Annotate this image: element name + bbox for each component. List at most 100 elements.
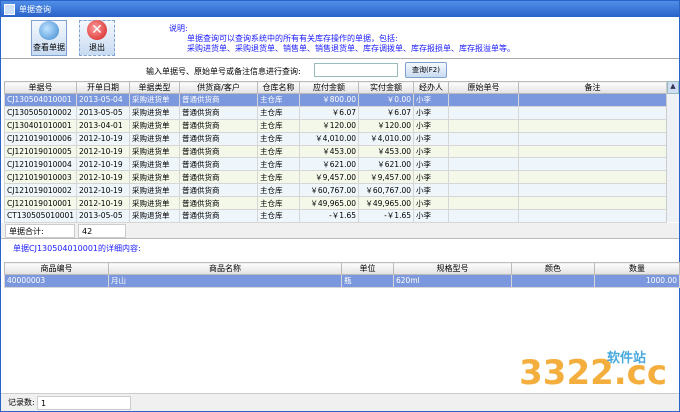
column-header[interactable]: 原始单号 xyxy=(448,81,519,94)
column-header[interactable]: 数量 xyxy=(594,262,680,275)
column-header[interactable]: 单据类型 xyxy=(129,81,180,94)
table-row[interactable]: 40000003 月山瓶 620ml 1000.00 xyxy=(4,274,680,288)
table-row[interactable]: CJ121019010001 2012-10-19 采购进货单 普通供货商 主仓库 ￥49… xyxy=(4,196,667,211)
bills-scrollbar[interactable]: ▲ xyxy=(666,81,679,222)
exit-button[interactable]: ✕ 退出 xyxy=(79,20,115,56)
table-cell xyxy=(518,196,667,211)
table-cell: 2012-10-19 xyxy=(76,131,130,146)
table-cell: ￥453.00 xyxy=(299,144,359,159)
table-cell: 普通供货商 xyxy=(179,93,258,107)
search-row: 输入单据号、原始单号或备注信息进行查询: 查询(F2) xyxy=(1,61,679,79)
column-header[interactable]: 经办人 xyxy=(413,81,449,94)
watermark-logo: 3322.cc 软件站 xyxy=(519,351,667,393)
table-cell: 采购进货单 xyxy=(129,183,180,198)
table-cell: CJ121019010003 xyxy=(4,170,77,185)
search-input[interactable] xyxy=(314,63,398,77)
close-icon: ✕ xyxy=(87,20,107,40)
table-cell: ￥0.00 xyxy=(358,93,414,107)
table-cell: 主仓库 xyxy=(257,183,300,198)
table-cell: 主仓库 xyxy=(257,93,300,107)
table-cell: ￥120.00 xyxy=(358,118,414,133)
table-cell: CJ121019010001 xyxy=(4,196,77,211)
table-row[interactable]: CT130505010001 2013-05-05 采购退货单 普通供货商 主仓库 -￥1… xyxy=(4,209,667,223)
table-cell: ￥6.07 xyxy=(358,105,414,120)
table-cell: 小李 xyxy=(413,170,449,185)
table-cell: 2013-05-05 xyxy=(76,105,130,120)
description-line1: 单据查询可以查询系统中的所有有关库存操作的单据，包括: xyxy=(187,34,398,43)
table-cell: 采购进货单 xyxy=(129,144,180,159)
table-cell: ￥621.00 xyxy=(358,157,414,172)
search-button[interactable]: 查询(F2) xyxy=(405,62,447,78)
title-bar: 单据查询 xyxy=(1,1,679,17)
table-cell: 2012-10-19 xyxy=(76,183,130,198)
table-cell: ￥60,767.00 xyxy=(358,183,414,198)
column-header[interactable]: 商品编号 xyxy=(4,262,109,275)
scroll-up-icon[interactable]: ▲ xyxy=(667,81,679,94)
table-cell: 普通供货商 xyxy=(179,144,258,159)
table-row[interactable]: CJ130401010001 2013-04-01 采购进货单 普通供货商 主仓库 ￥12… xyxy=(4,118,667,133)
bills-table: 单据号 开单日期 单据类型 供货商/客户 仓库名称 应付金额 实付金额 经办人 原始单号 备注 C… xyxy=(4,81,667,223)
table-cell: 2013-05-04 xyxy=(76,93,130,107)
window-title: 单据查询 xyxy=(19,4,51,14)
table-cell xyxy=(518,183,667,198)
table-cell: 采购进货单 xyxy=(129,105,180,120)
table-row[interactable]: CJ121019010003 2012-10-19 采购进货单 普通供货商 主仓库 ￥9,… xyxy=(4,170,667,185)
table-cell: CT130505010001 xyxy=(4,209,77,223)
table-cell: CJ121019010004 xyxy=(4,157,77,172)
table-row[interactable]: CJ121019010005 2012-10-19 采购进货单 普通供货商 主仓库 ￥45… xyxy=(4,144,667,159)
column-header[interactable]: 开单日期 xyxy=(76,81,130,94)
column-header[interactable]: 应付金额 xyxy=(299,81,359,94)
table-cell: 普通供货商 xyxy=(179,105,258,120)
table-cell: -￥1.65 xyxy=(299,209,359,223)
column-header[interactable]: 颜色 xyxy=(511,262,595,275)
view-bill-button[interactable]: 查看单据 xyxy=(31,20,67,56)
table-cell: ￥120.00 xyxy=(299,118,359,133)
table-cell xyxy=(518,93,667,107)
summary-label: 单据合计: xyxy=(5,224,75,238)
table-cell: ￥9,457.00 xyxy=(299,170,359,185)
column-header[interactable]: 单位 xyxy=(341,262,394,275)
table-cell: ￥4,010.00 xyxy=(299,131,359,146)
table-cell: 采购进货单 xyxy=(129,93,180,107)
table-cell: 40000003 xyxy=(4,274,109,288)
description-heading: 说明: xyxy=(169,24,188,33)
table-row[interactable]: CJ121019010006 2012-10-19 采购进货单 普通供货商 主仓库 ￥4,… xyxy=(4,131,667,146)
table-row[interactable]: CJ121019010002 2012-10-19 采购进货单 普通供货商 主仓库 ￥60… xyxy=(4,183,667,198)
table-cell: 主仓库 xyxy=(257,118,300,133)
table-cell: 瓶 xyxy=(341,274,394,288)
table-cell xyxy=(448,118,519,133)
table-row[interactable]: CJ130504010001 2013-05-04 采购进货单 普通供货商 主仓库 ￥80… xyxy=(4,93,667,107)
table-cell xyxy=(511,274,595,288)
table-cell: 小李 xyxy=(413,196,449,211)
table-cell: 2012-10-19 xyxy=(76,196,130,211)
table-cell: CJ121019010006 xyxy=(4,131,77,146)
table-cell: ￥6.07 xyxy=(299,105,359,120)
detail-table: 商品编号 商品名称 单位 规格型号 颜色 数量 40000003 月山瓶 620ml 1000.… xyxy=(4,262,680,288)
exit-label: 退出 xyxy=(89,43,105,52)
table-cell: 小李 xyxy=(413,105,449,120)
table-cell xyxy=(448,209,519,223)
record-count-value: 1 xyxy=(37,396,131,410)
table-row[interactable]: CJ121019010004 2012-10-19 采购进货单 普通供货商 主仓库 ￥62… xyxy=(4,157,667,172)
table-cell: 采购进货单 xyxy=(129,170,180,185)
table-cell: ￥453.00 xyxy=(358,144,414,159)
column-header[interactable]: 实付金额 xyxy=(358,81,414,94)
table-cell: 普通供货商 xyxy=(179,118,258,133)
column-header[interactable]: 商品名称 xyxy=(108,262,342,275)
column-header[interactable]: 规格型号 xyxy=(393,262,512,275)
column-header[interactable]: 仓库名称 xyxy=(257,81,300,94)
table-cell: ￥49,965.00 xyxy=(358,196,414,211)
table-row[interactable]: CJ130505010002 2013-05-05 采购进货单 普通供货商 主仓库 ￥6.… xyxy=(4,105,667,120)
column-header[interactable]: 单据号 xyxy=(4,81,77,94)
column-header[interactable]: 备注 xyxy=(518,81,667,94)
table-cell: 主仓库 xyxy=(257,170,300,185)
table-cell: ￥60,767.00 xyxy=(299,183,359,198)
table-cell: 小李 xyxy=(413,157,449,172)
detail-label: 单据CJ130504010001的详细内容: xyxy=(13,244,141,253)
description-line2: 采购进货单、采购退货单、销售单、销售退货单、库存调拨单、库存报损单、库存报溢单等… xyxy=(187,44,515,53)
column-header[interactable]: 供货商/客户 xyxy=(179,81,258,94)
table-cell: ￥4,010.00 xyxy=(358,131,414,146)
table-cell: 小李 xyxy=(413,144,449,159)
table-cell: 主仓库 xyxy=(257,196,300,211)
table-cell: 普通供货商 xyxy=(179,196,258,211)
